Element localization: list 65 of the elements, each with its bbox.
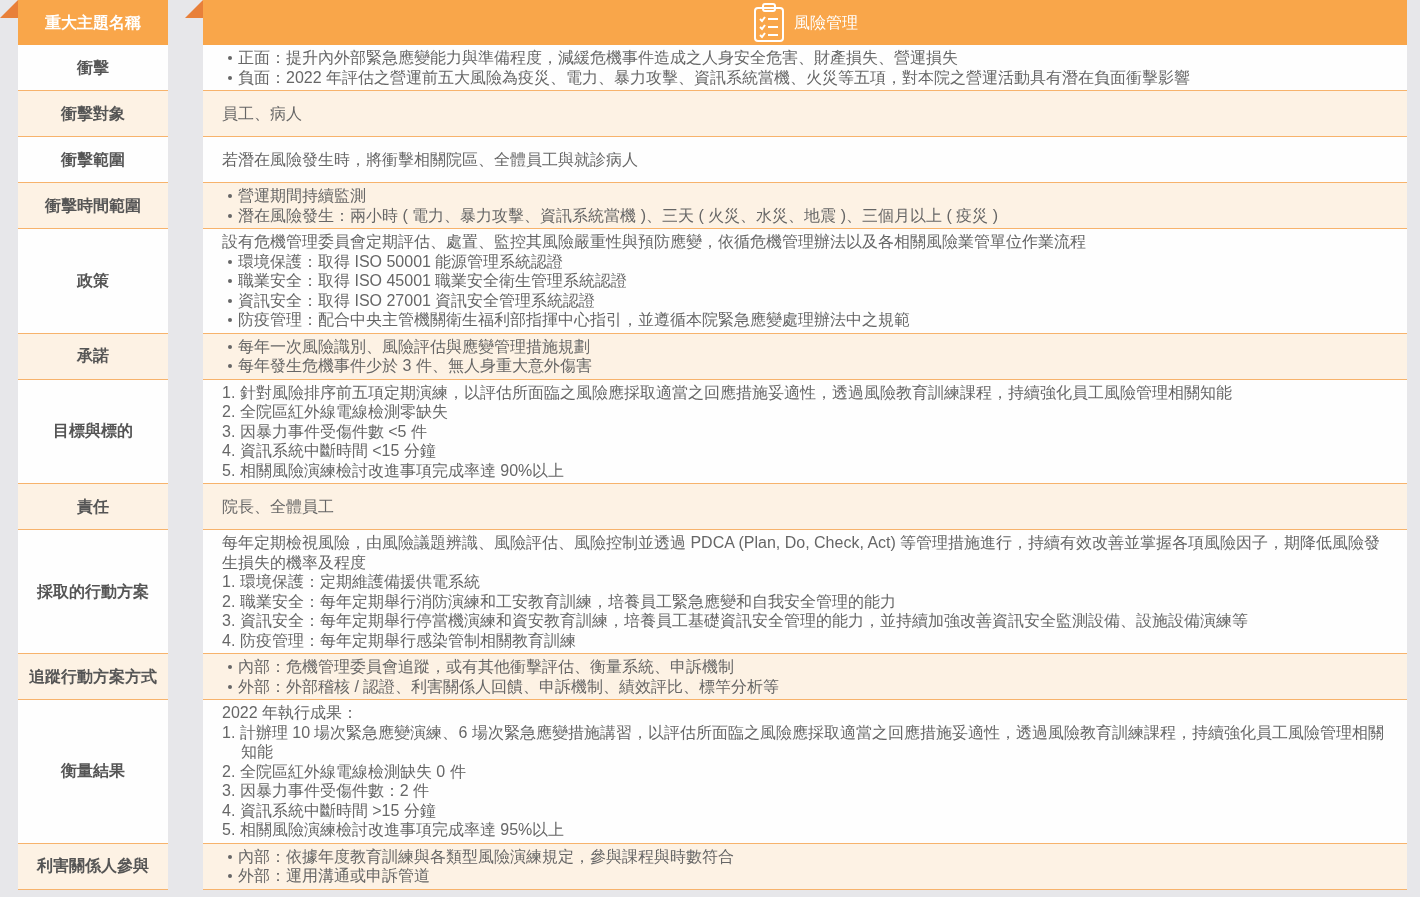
numbered-item-text: 3. 資訊安全：每年定期舉行停當機演練和資安教育訓練，培養員工基礎資訊安全管理的能力，並持續加強改善資訊安全監測設備、設施設備演練等 — [222, 611, 1249, 631]
numbered-item-text: 2. 全院區紅外線電線檢測缺失 0 件 — [222, 761, 467, 781]
bullet-icon — [228, 56, 232, 60]
bullet-icon — [228, 665, 232, 669]
list-item-text: 每年一次風險識別、風險評估與應變管理措施規劃 — [238, 336, 590, 356]
list-item-text: 外部：運用溝通或申訴管道 — [238, 866, 430, 886]
bullet-icon — [228, 874, 232, 878]
row-label: 衝擊對象 — [18, 91, 168, 137]
list-item-text: 資訊安全：取得 ISO 27001 資訊安全管理系統認證 — [238, 290, 596, 310]
bullet-icon — [228, 318, 232, 322]
numbered-item-text: 1. 針對風險排序前五項定期演練，以評估所面臨之風險應採取適當之回應措施妥適性，透過風險教育訓練課程，持續強化員工風險管理相關知能 — [222, 382, 1233, 402]
numbered-item-text: 5. 相關風險演練檢討改進事項完成率達 95%以上 — [222, 820, 566, 840]
row-label: 追蹤行動方案方式 — [18, 654, 168, 700]
list-item-text: 營運期間持續監測 — [238, 186, 366, 206]
bullet-icon — [228, 298, 232, 303]
row-label: 衡量結果 — [18, 700, 168, 844]
bullet-icon — [228, 364, 232, 368]
clipboard-icon — [752, 2, 786, 43]
bullet-icon — [228, 344, 232, 349]
numbered-item-text: 4. 資訊系統中斷時間 <15 分鐘 — [222, 441, 437, 461]
paragraph-text: 若潛在風險發生時，將衝擊相關院區、全體員工與就診病人 — [222, 149, 639, 170]
paragraph-text: 每年定期檢視風險，由風險議題辨識、風險評估、風險控制並透過 PDCA (Plan, Do, Check, Act) 等管理措施進行，持續有效改善並掌握各項風險因子，期降低風險發生損失的機率及程度 — [222, 533, 1382, 572]
numbered-item-text: 1. 計辦理 10 場次緊急應變演練、6 場次緊急應變措施講習，以評估所面臨之風險應採取適當之回應措施妥適性，透過風險教育訓練課程，持續強化員工風險管理相關知能 — [222, 722, 1385, 762]
list-item-text: 環境保護：取得 ISO 50001 能源管理系統認證 — [238, 251, 564, 271]
column-header: 重大主題名稱 — [18, 0, 168, 45]
bullet-icon — [228, 75, 232, 80]
row-label: 承諾 — [18, 333, 168, 380]
bullet-icon — [228, 194, 232, 198]
numbered-item-text: 4. 資訊系統中斷時間 >15 分鐘 — [222, 800, 437, 820]
row-label: 利害關係人參與 — [18, 843, 168, 890]
corner-fold-icon — [185, 0, 203, 18]
bullet-icon — [228, 259, 232, 264]
paragraph-text: 院長、全體員工 — [222, 496, 335, 517]
list-item-text: 每年發生危機事件少於 3 件、無人身重大意外傷害 — [238, 356, 592, 376]
corner-fold-icon — [0, 0, 18, 18]
paragraph-text: 設有危機管理委員會定期評估、處置、監控其風險嚴重性與預防應變，依循危機管理辦法以及各相關風險業管單位作業流程 — [222, 232, 1087, 252]
row-label: 採取的行動方案 — [18, 530, 168, 654]
list-item-text: 職業安全：取得 ISO 45001 職業安全衛生管理系統認證 — [238, 271, 628, 291]
numbered-item-text: 4. 防疫管理：每年定期舉行感染管制相關教育訓練 — [222, 630, 577, 650]
list-item-text: 負面：2022 年評估之營運前五大風險為疫災、電力、暴力攻擊、資訊系統當機、火災等五項，對本院之營運活動具有潛在負面衝擊影響 — [238, 67, 1191, 87]
paragraph-text: 員工、病人 — [222, 103, 303, 124]
row-label: 政策 — [18, 229, 168, 334]
list-item-text: 外部：外部稽核 / 認證、利害關係人回饋、申訴機制、績效評比、標竿分析等 — [238, 676, 780, 696]
row-label: 衝擊 — [18, 45, 168, 91]
list-item-text: 內部：危機管理委員會追蹤，或有其他衝擊評估、衡量系統、申訴機制 — [238, 657, 734, 677]
list-item-text: 內部：依據年度教育訓練與各類型風險演練規定，參與課程與時數符合 — [238, 846, 734, 866]
numbered-item-text: 3. 因暴力事件受傷件數 <5 件 — [222, 421, 428, 441]
paragraph-text: 2022 年執行成果： — [222, 703, 360, 723]
numbered-item-text: 1. 環境保護：定期維護備援供電系統 — [222, 572, 481, 592]
bullet-icon — [228, 279, 232, 283]
row-label: 衝擊時間範圍 — [18, 183, 168, 229]
list-item-text: 正面：提升內外部緊急應變能力與準備程度，減緩危機事件造成之人身安全危害、財產損失、營運損失 — [238, 48, 958, 68]
numbered-item-text: 2. 職業安全：每年定期舉行消防演練和工安教育訓練，培養員工緊急應變和自我安全管理的能力 — [222, 591, 897, 611]
bullet-icon — [228, 854, 232, 859]
row-label: 責任 — [18, 484, 168, 530]
bullet-icon — [228, 684, 232, 689]
numbered-item-text: 2. 全院區紅外線電線檢測零缺失 — [222, 402, 449, 422]
list-item-text: 防疫管理：配合中央主管機關衛生福利部指揮中心指引，並遵循本院緊急應變處理辦法中之規範 — [238, 310, 910, 330]
list-item-text: 潛在風險發生：兩小時 ( 電力、暴力攻擊、資訊系統當機 )、三天 ( 火災、水災、地震 )、三個月以上 ( 疫災 ) — [238, 205, 998, 225]
row-label: 目標與標的 — [18, 379, 168, 484]
row-label: 衝擊範圍 — [18, 137, 168, 183]
bullet-icon — [228, 213, 232, 218]
numbered-item-text: 3. 因暴力事件受傷件數：2 件 — [222, 781, 431, 801]
numbered-item-text: 5. 相關風險演練檢討改進事項完成率達 90%以上 — [222, 460, 566, 480]
topic-title: 風險管理 — [794, 12, 858, 33]
